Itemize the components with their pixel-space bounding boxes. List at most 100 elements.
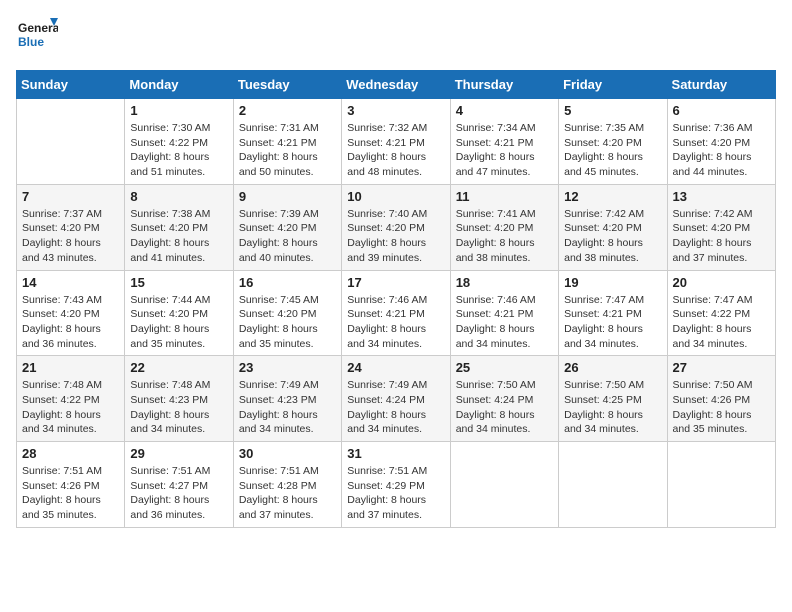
cell-content: Sunrise: 7:51 AMSunset: 4:26 PMDaylight:… (22, 464, 119, 523)
cell-content: Sunrise: 7:44 AMSunset: 4:20 PMDaylight:… (130, 293, 227, 352)
day-number: 27 (673, 360, 770, 375)
calendar-week-3: 14 Sunrise: 7:43 AMSunset: 4:20 PMDayligh… (17, 270, 776, 356)
cell-content: Sunrise: 7:43 AMSunset: 4:20 PMDaylight:… (22, 293, 119, 352)
calendar-cell (450, 442, 558, 528)
calendar-cell: 30 Sunrise: 7:51 AMSunset: 4:28 PMDayligh… (233, 442, 341, 528)
calendar-cell: 20 Sunrise: 7:47 AMSunset: 4:22 PMDayligh… (667, 270, 775, 356)
calendar-cell (559, 442, 667, 528)
day-number: 24 (347, 360, 444, 375)
calendar-cell: 12 Sunrise: 7:42 AMSunset: 4:20 PMDayligh… (559, 184, 667, 270)
cell-content: Sunrise: 7:51 AMSunset: 4:29 PMDaylight:… (347, 464, 444, 523)
calendar-cell: 18 Sunrise: 7:46 AMSunset: 4:21 PMDayligh… (450, 270, 558, 356)
day-number: 20 (673, 275, 770, 290)
calendar-cell: 21Sunrise: 7:48 AMSunset: 4:22 PMDayligh… (17, 356, 125, 442)
logo-svg: General Blue (16, 16, 58, 58)
day-number: 8 (130, 189, 227, 204)
cell-content: Sunrise: 7:30 AMSunset: 4:22 PMDaylight:… (130, 121, 227, 180)
calendar-cell: 24 Sunrise: 7:49 AMSunset: 4:24 PMDayligh… (342, 356, 450, 442)
day-number: 12 (564, 189, 661, 204)
day-number: 1 (130, 103, 227, 118)
cell-content: Sunrise: 7:39 AMSunset: 4:20 PMDaylight:… (239, 207, 336, 266)
day-number: 31 (347, 446, 444, 461)
cell-content: Sunrise: 7:40 AMSunset: 4:20 PMDaylight:… (347, 207, 444, 266)
day-number: 28 (22, 446, 119, 461)
calendar-cell: 25 Sunrise: 7:50 AMSunset: 4:24 PMDayligh… (450, 356, 558, 442)
cell-content: Sunrise: 7:32 AMSunset: 4:21 PMDaylight:… (347, 121, 444, 180)
header-thursday: Thursday (450, 71, 558, 99)
cell-content: Sunrise: 7:49 AMSunset: 4:24 PMDaylight:… (347, 378, 444, 437)
calendar-table: SundayMondayTuesdayWednesdayThursdayFrid… (16, 70, 776, 528)
calendar-cell: 2 Sunrise: 7:31 AMSunset: 4:21 PMDaylight… (233, 99, 341, 185)
calendar-cell: 9 Sunrise: 7:39 AMSunset: 4:20 PMDaylight… (233, 184, 341, 270)
header-saturday: Saturday (667, 71, 775, 99)
day-number: 14 (22, 275, 119, 290)
calendar-cell: 16Sunrise: 7:45 AMSunset: 4:20 PMDayligh… (233, 270, 341, 356)
day-number: 9 (239, 189, 336, 204)
cell-content: Sunrise: 7:41 AMSunset: 4:20 PMDaylight:… (456, 207, 553, 266)
calendar-cell: 29 Sunrise: 7:51 AMSunset: 4:27 PMDayligh… (125, 442, 233, 528)
day-number: 23 (239, 360, 336, 375)
svg-text:Blue: Blue (18, 35, 44, 49)
day-number: 26 (564, 360, 661, 375)
cell-content: Sunrise: 7:47 AMSunset: 4:22 PMDaylight:… (673, 293, 770, 352)
day-number: 16 (239, 275, 336, 290)
cell-content: Sunrise: 7:48 AMSunset: 4:23 PMDaylight:… (130, 378, 227, 437)
day-number: 18 (456, 275, 553, 290)
day-number: 15 (130, 275, 227, 290)
day-number: 3 (347, 103, 444, 118)
day-number: 22 (130, 360, 227, 375)
day-number: 25 (456, 360, 553, 375)
calendar-cell: 14 Sunrise: 7:43 AMSunset: 4:20 PMDayligh… (17, 270, 125, 356)
cell-content: Sunrise: 7:31 AMSunset: 4:21 PMDaylight:… (239, 121, 336, 180)
calendar-cell: 23Sunrise: 7:49 AMSunset: 4:23 PMDayligh… (233, 356, 341, 442)
cell-content: Sunrise: 7:42 AMSunset: 4:20 PMDaylight:… (673, 207, 770, 266)
calendar-week-1: 1 Sunrise: 7:30 AMSunset: 4:22 PMDaylight… (17, 99, 776, 185)
cell-content: Sunrise: 7:50 AMSunset: 4:26 PMDaylight:… (673, 378, 770, 437)
cell-content: Sunrise: 7:48 AMSunset: 4:22 PMDaylight:… (22, 378, 119, 437)
calendar-cell: 3 Sunrise: 7:32 AMSunset: 4:21 PMDaylight… (342, 99, 450, 185)
day-number: 11 (456, 189, 553, 204)
calendar-cell: 22 Sunrise: 7:48 AMSunset: 4:23 PMDayligh… (125, 356, 233, 442)
day-number: 17 (347, 275, 444, 290)
calendar-week-4: 21Sunrise: 7:48 AMSunset: 4:22 PMDayligh… (17, 356, 776, 442)
calendar-cell: 1 Sunrise: 7:30 AMSunset: 4:22 PMDaylight… (125, 99, 233, 185)
cell-content: Sunrise: 7:42 AMSunset: 4:20 PMDaylight:… (564, 207, 661, 266)
calendar-cell: 4Sunrise: 7:34 AMSunset: 4:21 PMDaylight… (450, 99, 558, 185)
day-number: 7 (22, 189, 119, 204)
calendar-cell: 6Sunrise: 7:36 AMSunset: 4:20 PMDaylight… (667, 99, 775, 185)
header-sunday: Sunday (17, 71, 125, 99)
cell-content: Sunrise: 7:38 AMSunset: 4:20 PMDaylight:… (130, 207, 227, 266)
cell-content: Sunrise: 7:50 AMSunset: 4:24 PMDaylight:… (456, 378, 553, 437)
calendar-cell: 28 Sunrise: 7:51 AMSunset: 4:26 PMDayligh… (17, 442, 125, 528)
calendar-header-row: SundayMondayTuesdayWednesdayThursdayFrid… (17, 71, 776, 99)
cell-content: Sunrise: 7:51 AMSunset: 4:28 PMDaylight:… (239, 464, 336, 523)
calendar-cell: 8 Sunrise: 7:38 AMSunset: 4:20 PMDaylight… (125, 184, 233, 270)
header-monday: Monday (125, 71, 233, 99)
day-number: 2 (239, 103, 336, 118)
calendar-cell: 13 Sunrise: 7:42 AMSunset: 4:20 PMDayligh… (667, 184, 775, 270)
svg-text:General: General (18, 21, 58, 35)
cell-content: Sunrise: 7:34 AMSunset: 4:21 PMDaylight:… (456, 121, 553, 180)
calendar-week-5: 28 Sunrise: 7:51 AMSunset: 4:26 PMDayligh… (17, 442, 776, 528)
header-tuesday: Tuesday (233, 71, 341, 99)
page-header: General Blue (16, 16, 776, 58)
calendar-cell: 26 Sunrise: 7:50 AMSunset: 4:25 PMDayligh… (559, 356, 667, 442)
calendar-cell: 17 Sunrise: 7:46 AMSunset: 4:21 PMDayligh… (342, 270, 450, 356)
day-number: 30 (239, 446, 336, 461)
cell-content: Sunrise: 7:46 AMSunset: 4:21 PMDaylight:… (456, 293, 553, 352)
calendar-cell: 19Sunrise: 7:47 AMSunset: 4:21 PMDayligh… (559, 270, 667, 356)
cell-content: Sunrise: 7:46 AMSunset: 4:21 PMDaylight:… (347, 293, 444, 352)
cell-content: Sunrise: 7:51 AMSunset: 4:27 PMDaylight:… (130, 464, 227, 523)
calendar-cell: 31 Sunrise: 7:51 AMSunset: 4:29 PMDayligh… (342, 442, 450, 528)
header-friday: Friday (559, 71, 667, 99)
cell-content: Sunrise: 7:37 AMSunset: 4:20 PMDaylight:… (22, 207, 119, 266)
day-number: 10 (347, 189, 444, 204)
header-wednesday: Wednesday (342, 71, 450, 99)
calendar-cell: 11 Sunrise: 7:41 AMSunset: 4:20 PMDayligh… (450, 184, 558, 270)
day-number: 29 (130, 446, 227, 461)
day-number: 13 (673, 189, 770, 204)
calendar-cell: 15 Sunrise: 7:44 AMSunset: 4:20 PMDayligh… (125, 270, 233, 356)
cell-content: Sunrise: 7:50 AMSunset: 4:25 PMDaylight:… (564, 378, 661, 437)
calendar-cell (667, 442, 775, 528)
day-number: 19 (564, 275, 661, 290)
